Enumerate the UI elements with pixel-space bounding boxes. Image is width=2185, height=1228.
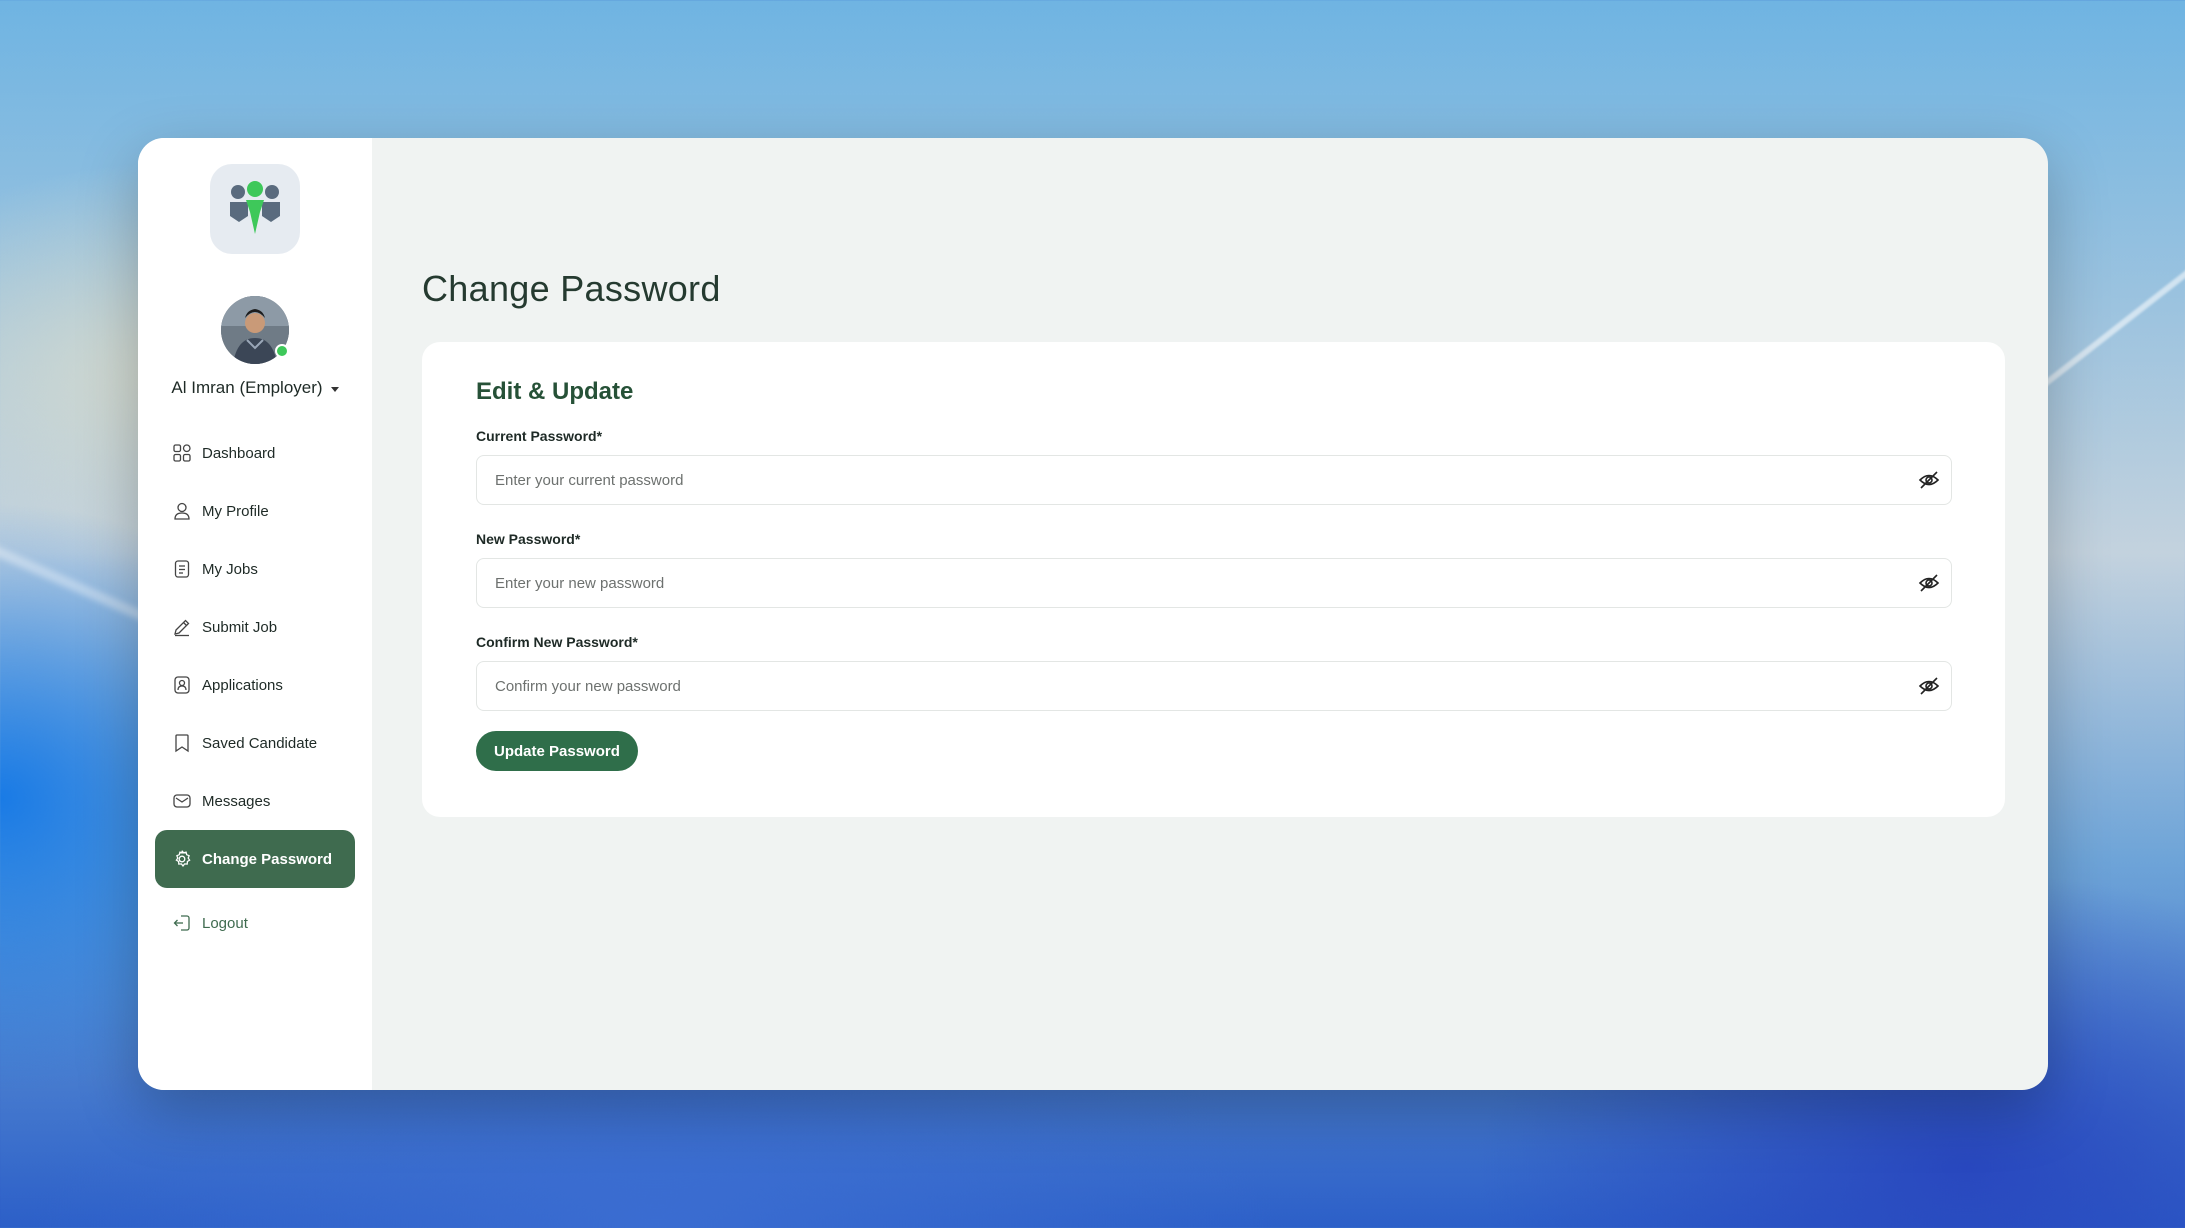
main-content: Change Password Edit & Update Current Pa…	[372, 138, 2048, 1090]
sidebar-item-saved-candidate[interactable]: Saved Candidate	[155, 714, 355, 772]
user-avatar[interactable]	[221, 296, 289, 364]
grid-icon	[173, 444, 191, 462]
logout-icon	[173, 915, 190, 931]
update-password-button[interactable]: Update Password	[476, 731, 638, 771]
mail-icon	[173, 794, 191, 808]
sidebar-item-label: Messages	[202, 792, 271, 810]
sidebar-item-label: Change Password	[202, 850, 333, 868]
eye-off-icon[interactable]	[1916, 673, 1942, 699]
bookmark-icon	[175, 734, 189, 753]
online-status-dot	[275, 344, 289, 358]
user-name: Al Imran (Employer)	[171, 378, 323, 397]
sidebar-nav: Dashboard My Profile My Jobs Submit Job	[138, 424, 372, 952]
password-form-card: Edit & Update Current Password* New Pass…	[422, 342, 2005, 817]
sidebar-item-label: Saved Candidate	[202, 734, 318, 752]
sidebar-item-submit-job[interactable]: Submit Job	[155, 598, 355, 656]
sidebar-item-label: My Profile	[202, 502, 269, 520]
confirm-password-input[interactable]	[476, 661, 1952, 711]
new-password-field-wrap	[476, 558, 1952, 608]
page-title: Change Password	[422, 268, 721, 309]
app-logo[interactable]	[210, 164, 300, 254]
sidebar-item-label: Dashboard	[202, 444, 276, 462]
user-menu[interactable]: Al Imran (Employer)	[171, 378, 339, 398]
confirm-password-label: Confirm New Password*	[476, 634, 638, 650]
sidebar-item-applications[interactable]: Applications	[155, 656, 355, 714]
current-password-label: Current Password*	[476, 428, 603, 444]
gear-icon	[175, 850, 191, 867]
sidebar-item-my-profile[interactable]: My Profile	[155, 482, 355, 540]
logout-label: Logout	[202, 914, 248, 932]
current-password-input[interactable]	[476, 455, 1952, 505]
sidebar-item-dashboard[interactable]: Dashboard	[155, 424, 355, 482]
new-password-label: New Password*	[476, 531, 581, 547]
user-icon	[174, 502, 190, 520]
card-title: Edit & Update	[476, 378, 634, 405]
eye-off-icon[interactable]	[1916, 467, 1942, 493]
logout-button[interactable]: Logout	[155, 894, 355, 952]
current-password-field-wrap	[476, 455, 1952, 505]
sidebar-item-change-password[interactable]: Change Password	[155, 830, 355, 888]
confirm-password-field-wrap	[476, 661, 1952, 711]
new-password-input[interactable]	[476, 558, 1952, 608]
sidebar-item-label: Submit Job	[202, 618, 278, 636]
eye-off-icon[interactable]	[1916, 570, 1942, 596]
sidebar-item-label: My Jobs	[202, 560, 258, 578]
id-badge-icon	[174, 676, 190, 694]
app-window: Al Imran (Employer) Dashboard My Profile	[138, 138, 2048, 1090]
sidebar-item-my-jobs[interactable]: My Jobs	[155, 540, 355, 598]
sidebar: Al Imran (Employer) Dashboard My Profile	[138, 138, 372, 1090]
sidebar-item-label: Applications	[202, 676, 283, 694]
document-icon	[174, 560, 190, 578]
chevron-down-icon	[330, 386, 339, 392]
sidebar-item-messages[interactable]: Messages	[155, 772, 355, 830]
pen-icon	[174, 619, 190, 637]
team-logo-icon	[230, 181, 280, 234]
